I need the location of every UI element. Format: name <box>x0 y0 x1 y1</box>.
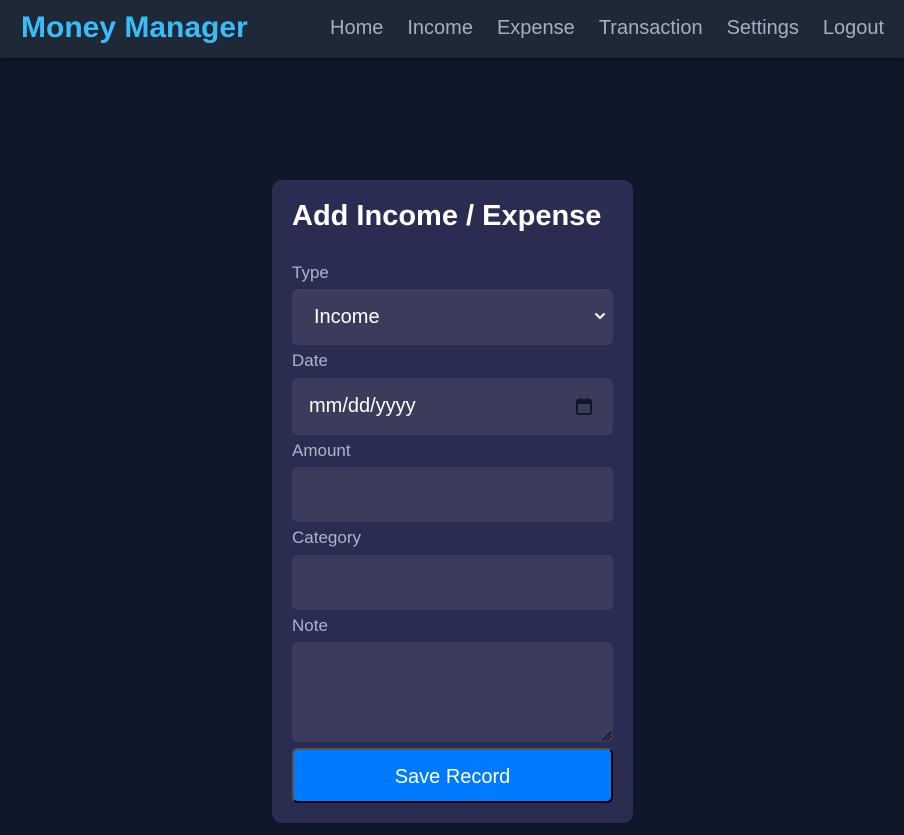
main-navigation: Home Income Expense Transaction Settings… <box>306 16 884 40</box>
amount-input[interactable] <box>292 467 613 522</box>
type-label: Type <box>292 263 329 282</box>
top-navbar: Money Manager Home Income Expense Transa… <box>0 0 904 58</box>
form-title: Add Income / Expense <box>292 200 602 232</box>
nav-expense-link[interactable]: Expense <box>497 16 575 40</box>
amount-label: Amount <box>292 441 351 460</box>
add-record-card: Add Income / Expense Type Income Date mm… <box>272 180 633 823</box>
note-textarea[interactable] <box>292 642 613 742</box>
category-label: Category <box>292 528 361 547</box>
nav-home-link[interactable]: Home <box>330 16 383 40</box>
nav-logout-link[interactable]: Logout <box>823 16 884 40</box>
date-label: Date <box>292 351 328 370</box>
category-input[interactable] <box>292 555 613 610</box>
chevron-down-icon <box>595 313 605 319</box>
save-record-button[interactable]: Save Record <box>292 748 613 803</box>
resize-handle-icon[interactable] <box>601 730 612 741</box>
date-placeholder: mm/dd/yyyy <box>309 395 416 417</box>
note-label: Note <box>292 616 328 635</box>
nav-settings-link[interactable]: Settings <box>727 16 799 40</box>
app-brand[interactable]: Money Manager <box>21 11 248 45</box>
type-selected-value: Income <box>314 306 380 328</box>
type-select[interactable]: Income <box>292 289 613 345</box>
date-input[interactable]: mm/dd/yyyy <box>292 378 613 435</box>
nav-income-link[interactable]: Income <box>407 16 473 40</box>
nav-transaction-link[interactable]: Transaction <box>599 16 703 40</box>
calendar-icon[interactable] <box>575 397 593 416</box>
